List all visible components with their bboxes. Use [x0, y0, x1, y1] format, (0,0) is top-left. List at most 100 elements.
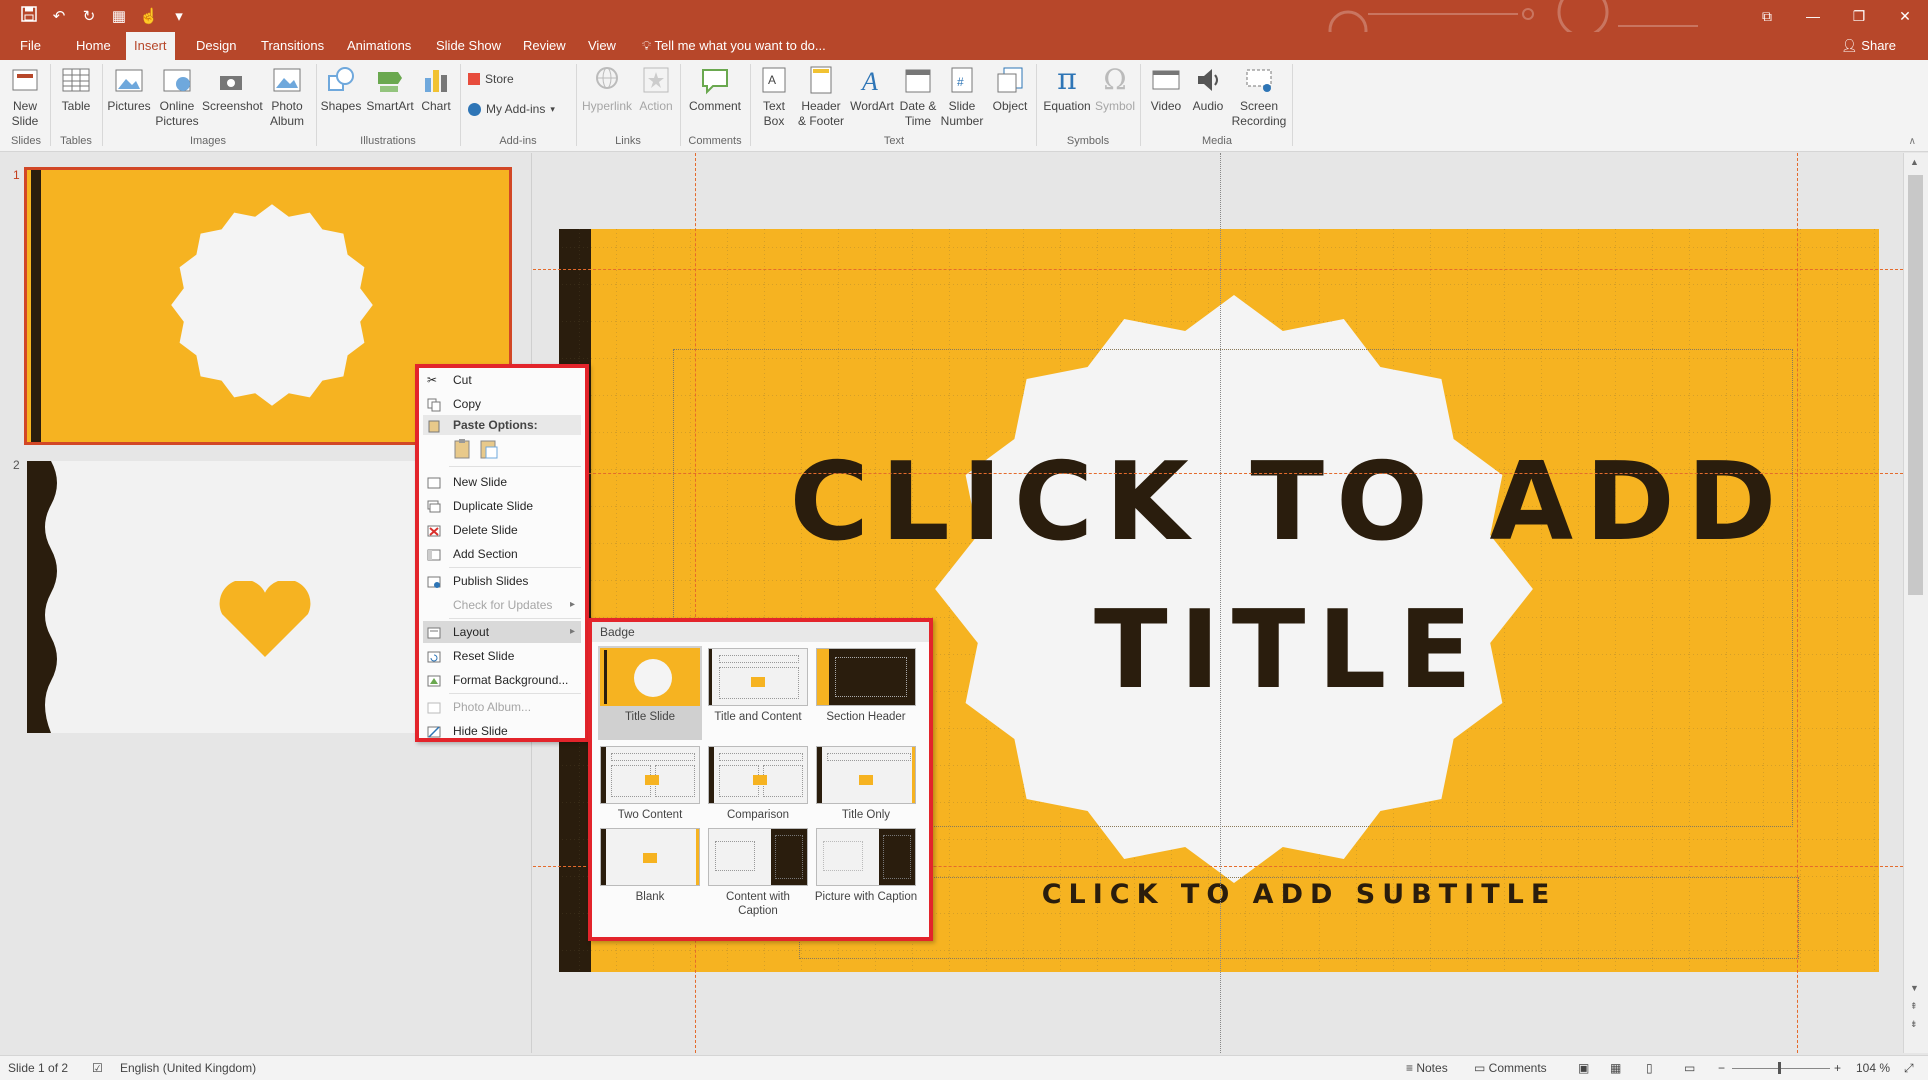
vertical-scrollbar[interactable]: ▲ ▼ ⇞ ⇟ — [1903, 153, 1928, 1053]
layout-two-content[interactable]: Two Content — [598, 744, 702, 822]
hyperlink-button[interactable]: Hyperlink — [580, 64, 634, 114]
menu-item-label: Duplicate Slide — [453, 499, 534, 513]
tab-transitions[interactable]: Transitions — [253, 32, 332, 60]
scrollbar-thumb[interactable] — [1908, 175, 1923, 595]
video-button[interactable]: Video — [1146, 64, 1186, 114]
action-button[interactable]: Action — [636, 64, 676, 114]
comments-label: Comments — [1488, 1061, 1547, 1075]
tab-slide-show[interactable]: Slide Show — [428, 32, 509, 60]
touch-mode-icon[interactable]: ☝ — [138, 7, 160, 27]
guide-line[interactable] — [1797, 153, 1798, 1053]
layout-section-header[interactable]: Section Header — [814, 646, 918, 740]
menu-item-duplicate-slide[interactable]: Duplicate Slide — [423, 495, 581, 517]
date-time-button[interactable]: Date & Time — [898, 64, 938, 129]
menu-item-new-slide[interactable]: New Slide — [423, 471, 581, 493]
scroll-up-icon[interactable]: ▲ — [1910, 157, 1919, 167]
menu-item-layout[interactable]: Layout ▸ — [423, 621, 581, 643]
layout-title-and-content[interactable]: Title and Content — [706, 646, 810, 740]
symbol-button[interactable]: Ω Symbol — [1094, 64, 1136, 114]
zoom-out-icon[interactable]: − — [1718, 1056, 1725, 1080]
guide-line[interactable] — [1220, 153, 1221, 1053]
zoom-slider-thumb[interactable] — [1778, 1062, 1781, 1074]
zoom-slider[interactable] — [1732, 1068, 1830, 1069]
spell-check-icon[interactable]: ☑ — [92, 1056, 103, 1080]
reading-view-icon[interactable]: ▯ — [1646, 1056, 1653, 1080]
object-button[interactable]: Object — [988, 64, 1032, 114]
undo-icon[interactable]: ↶ — [48, 7, 70, 27]
menu-item-publish-slides[interactable]: Publish Slides — [423, 570, 581, 592]
wordart-button[interactable]: A WordArt — [848, 64, 896, 114]
tab-animations[interactable]: Animations — [339, 32, 419, 60]
tab-file[interactable]: File — [12, 32, 49, 60]
collapse-ribbon-icon[interactable]: ∧ — [1909, 136, 1916, 147]
tell-me-search[interactable]: 💡︎ Tell me what you want to do... — [642, 32, 826, 60]
save-icon[interactable] — [18, 6, 40, 28]
redo-icon[interactable]: ↻ — [78, 7, 100, 27]
equation-button[interactable]: π Equation — [1040, 64, 1094, 114]
share-button[interactable]: 👤︎ Share — [1841, 32, 1896, 60]
chart-button[interactable]: Chart — [418, 64, 454, 114]
minimize-icon[interactable]: — — [1790, 0, 1836, 32]
paste-keep-formatting-icon[interactable] — [453, 438, 473, 460]
text-box-button[interactable]: A Text Box — [756, 64, 792, 129]
photo-album-button[interactable]: Photo Album — [264, 64, 310, 129]
menu-item-add-section[interactable]: Add Section — [423, 543, 581, 565]
tab-design[interactable]: Design — [188, 32, 244, 60]
pictures-button[interactable]: Pictures — [106, 64, 152, 114]
my-addins-button[interactable]: My Add-ins ▾ — [468, 102, 555, 116]
comment-button[interactable]: Comment — [686, 64, 744, 114]
tab-view[interactable]: View — [580, 32, 624, 60]
layout-blank[interactable]: Blank — [598, 826, 702, 920]
close-icon[interactable]: ✕ — [1882, 0, 1928, 32]
store-button[interactable]: Store — [468, 72, 514, 86]
header-footer-button[interactable]: Header & Footer — [796, 64, 846, 129]
slide-number-button[interactable]: # Slide Number — [940, 64, 984, 129]
menu-item-hide-slide[interactable]: Hide Slide — [423, 720, 581, 742]
zoom-in-icon[interactable]: + — [1834, 1056, 1841, 1080]
present-icon[interactable]: ▦ — [108, 7, 130, 27]
tab-review[interactable]: Review — [515, 32, 574, 60]
menu-item-format-background[interactable]: Format Background... — [423, 669, 581, 691]
tab-home[interactable]: Home — [68, 32, 119, 60]
paste-picture-icon[interactable] — [479, 438, 499, 460]
screen-recording-button[interactable]: Screen Recording — [1230, 64, 1288, 129]
layout-title-slide[interactable]: Title Slide — [598, 646, 702, 740]
guide-line[interactable] — [533, 269, 1903, 270]
fit-to-window-icon[interactable]: ⤢ — [1904, 1056, 1914, 1080]
screenshot-button[interactable]: Screenshot — [202, 64, 263, 114]
menu-item-copy[interactable]: Copy — [423, 393, 581, 415]
layout-picture-with-caption[interactable]: Picture with Caption — [814, 826, 918, 920]
smartart-button[interactable]: SmartArt — [364, 64, 416, 114]
previous-slide-icon[interactable]: ⇞ — [1910, 1001, 1918, 1012]
menu-item-cut[interactable]: ✂ Cut — [423, 369, 581, 391]
layout-content-with-caption[interactable]: Content with Caption — [706, 826, 810, 920]
ribbon-separator — [750, 64, 751, 146]
slide-show-icon[interactable]: ▭ — [1684, 1056, 1695, 1080]
tab-insert[interactable]: Insert — [126, 32, 175, 60]
new-slide-button[interactable]: New Slide — [6, 64, 44, 129]
normal-view-icon[interactable]: ▣ — [1578, 1056, 1589, 1080]
menu-item-delete-slide[interactable]: Delete Slide — [423, 519, 581, 541]
notes-button[interactable]: ≡ Notes — [1406, 1056, 1448, 1080]
online-pictures-button[interactable]: Online Pictures — [154, 64, 200, 129]
menu-item-photo-album[interactable]: Photo Album... — [423, 696, 581, 718]
ribbon-display-icon[interactable]: ⧉ — [1744, 0, 1790, 32]
customize-icon[interactable]: ▾ — [168, 7, 190, 27]
layout-title-only[interactable]: Title Only — [814, 744, 918, 822]
table-button[interactable]: Table — [56, 64, 96, 114]
restore-icon[interactable]: ❐ — [1836, 0, 1882, 32]
shapes-button[interactable]: Shapes — [320, 64, 362, 114]
zoom-level[interactable]: 104 % — [1856, 1056, 1890, 1080]
symbol-label: Symbol — [1094, 99, 1135, 113]
slide-subtitle[interactable]: CLICK TO ADD SUBTITLE — [799, 879, 1799, 910]
comments-button[interactable]: ▭ Comments — [1474, 1056, 1547, 1080]
menu-item-check-for-updates[interactable]: Check for Updates ▸ — [423, 594, 581, 616]
next-slide-icon[interactable]: ⇟ — [1910, 1019, 1918, 1030]
guide-line[interactable] — [533, 473, 1903, 474]
layout-comparison[interactable]: Comparison — [706, 744, 810, 822]
menu-item-reset-slide[interactable]: Reset Slide — [423, 645, 581, 667]
language-indicator[interactable]: English (United Kingdom) — [120, 1056, 256, 1080]
audio-button[interactable]: Audio — [1188, 64, 1228, 114]
slide-sorter-icon[interactable]: ▦ — [1610, 1056, 1621, 1080]
scroll-down-icon[interactable]: ▼ — [1910, 983, 1919, 993]
